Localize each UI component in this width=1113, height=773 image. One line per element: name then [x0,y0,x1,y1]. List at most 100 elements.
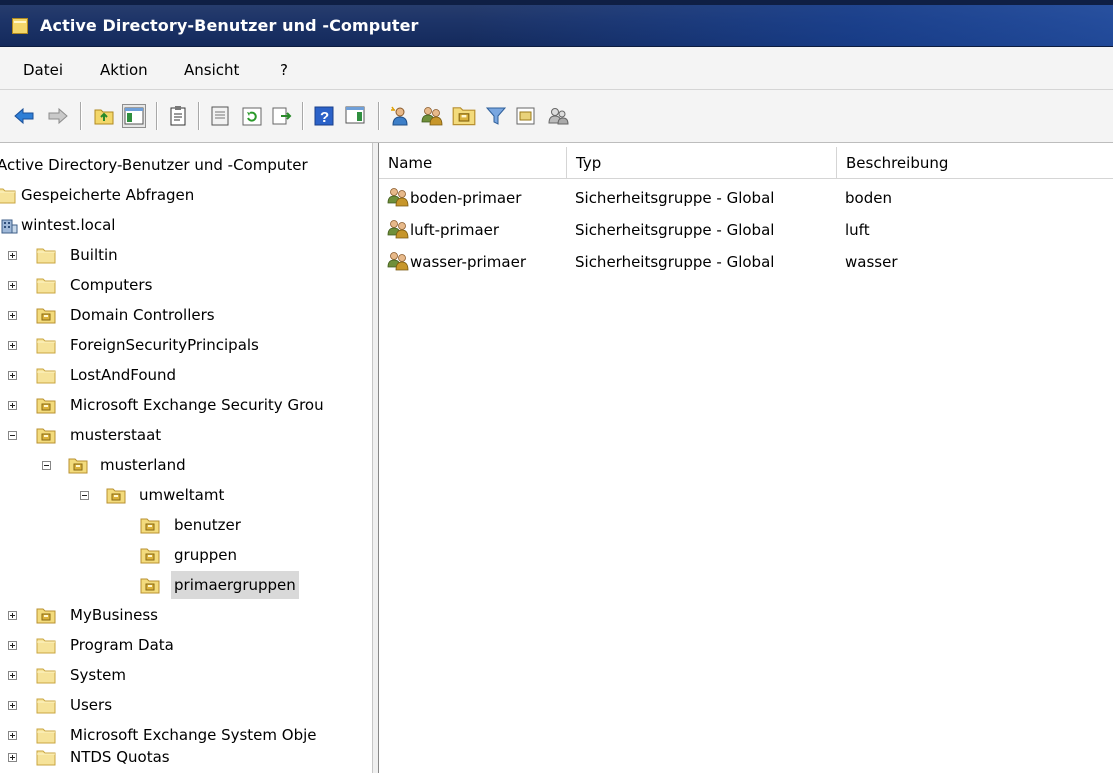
column-header-type[interactable]: Typ [567,147,837,179]
tree-item-builtin[interactable]: Builtin [0,241,372,269]
ou-folder-icon [140,516,160,534]
title-bar: Active Directory-Benutzer und -Computer [0,0,1113,47]
folder-icon [36,696,56,714]
window-title: Active Directory-Benutzer und -Computer [40,16,419,35]
find-icon[interactable] [514,104,538,128]
column-header-description[interactable]: Beschreibung [837,147,1113,179]
filter-icon[interactable] [484,104,508,128]
back-icon[interactable] [12,104,36,128]
toolbar: ? [0,90,1113,143]
tree-item-foreign-security-principals[interactable]: ForeignSecurityPrincipals [0,331,372,359]
tree-item-umweltamt[interactable]: umweltamt [0,481,372,509]
tree-item-musterstaat[interactable]: musterstaat [0,421,372,449]
ou-folder-icon [140,576,160,594]
list-row[interactable]: boden-primaer Sicherheitsgruppe - Global… [379,183,1113,213]
new-user-icon[interactable] [388,104,412,128]
refresh-icon[interactable] [240,104,264,128]
folder-icon [36,336,56,354]
cell-type: Sicherheitsgruppe - Global [575,189,775,207]
tree-item-musterland[interactable]: musterland [0,451,372,479]
ou-folder-icon [140,546,160,564]
menu-datei[interactable]: Datei [23,61,63,79]
tree-item-users[interactable]: Users [0,691,372,719]
menu-help[interactable]: ? [280,61,288,79]
properties-icon[interactable] [208,104,232,128]
tree-item-label: NTDS Quotas [70,748,170,766]
expand-icon[interactable] [8,731,17,740]
tree-item-label: Users [70,696,113,714]
export-list-icon[interactable] [166,104,190,128]
tree-item-lost-and-found[interactable]: LostAndFound [0,361,372,389]
tree-root-label: Active Directory-Benutzer und -Computer [0,156,308,174]
ou-folder-icon [68,456,88,474]
tree-item-label: Gespeicherte Abfragen [21,186,195,204]
tree-item-exchange-security-groups[interactable]: Microsoft Exchange Security Grou [0,391,372,419]
tree-item-label: Computers [70,276,153,294]
column-header-name[interactable]: Name [379,147,567,179]
security-group-icon [386,251,410,271]
tree-item-benutzer[interactable]: benutzer [0,511,372,539]
cell-description: wasser [845,253,898,271]
tree-item-gruppen[interactable]: gruppen [0,541,372,569]
tree-item-system[interactable]: System [0,661,372,689]
tree-item-label: MyBusiness [70,606,158,624]
new-ou-icon[interactable] [452,104,476,128]
list-row[interactable]: wasser-primaer Sicherheitsgruppe - Globa… [379,247,1113,277]
folder-icon [36,726,56,744]
help-icon[interactable]: ? [312,104,336,128]
tree-item-label: benutzer [174,516,241,534]
list-row[interactable]: luft-primaer Sicherheitsgruppe - Global … [379,215,1113,245]
collapse-icon[interactable] [42,461,51,470]
ou-folder-icon [36,426,56,444]
menu-ansicht[interactable]: Ansicht [184,61,239,79]
expand-icon[interactable] [8,251,17,260]
svg-text:?: ? [320,109,329,126]
folder-icon [0,186,16,204]
tree-item-label: LostAndFound [70,366,177,384]
folder-icon [36,666,56,684]
expand-icon[interactable] [8,641,17,650]
collapse-icon[interactable] [80,491,89,500]
up-icon[interactable] [92,104,116,128]
delegate-control-icon[interactable] [546,104,570,128]
tree-item-label-selected: primaergruppen [171,571,299,599]
tree-item-computers[interactable]: Computers [0,271,372,299]
expand-icon[interactable] [8,311,17,320]
tree-item-label: Domain Controllers [70,306,215,324]
tree-item-primaergruppen[interactable]: primaergruppen [0,571,372,599]
cell-description: boden [845,189,892,207]
tree-item-ntds-quotas[interactable]: NTDS Quotas [0,743,372,771]
expand-icon[interactable] [8,281,17,290]
expand-icon[interactable] [8,341,17,350]
show-hide-console-tree-icon[interactable] [122,104,146,128]
export-icon[interactable] [270,104,294,128]
results-list: Name Typ Beschreibung boden-primaer Sich… [379,143,1113,773]
security-group-icon [386,219,410,239]
toolbar-separator [156,102,158,130]
tree-item-domain-controllers[interactable]: Domain Controllers [0,301,372,329]
tree-item-program-data[interactable]: Program Data [0,631,372,659]
tree-item-label: umweltamt [139,486,225,504]
pane-splitter[interactable] [372,143,379,773]
menu-aktion[interactable]: Aktion [100,61,148,79]
collapse-icon[interactable] [8,431,17,440]
expand-icon[interactable] [8,401,17,410]
folder-icon [36,276,56,294]
expand-icon[interactable] [8,701,17,710]
console-app-icon [12,18,28,34]
folder-icon [36,246,56,264]
toolbar-separator [378,102,380,130]
tree-item-mybusiness[interactable]: MyBusiness [0,601,372,629]
expand-icon[interactable] [8,371,17,380]
ou-folder-icon [36,396,56,414]
toolbar-separator [80,102,82,130]
expand-icon[interactable] [8,671,17,680]
toolbar-separator [198,102,200,130]
forward-icon[interactable] [46,104,70,128]
show-hide-action-pane-icon[interactable] [344,104,368,128]
expand-icon[interactable] [8,611,17,620]
folder-icon [36,366,56,384]
expand-icon[interactable] [8,753,17,762]
new-group-icon[interactable] [420,104,444,128]
folder-icon [36,636,56,654]
